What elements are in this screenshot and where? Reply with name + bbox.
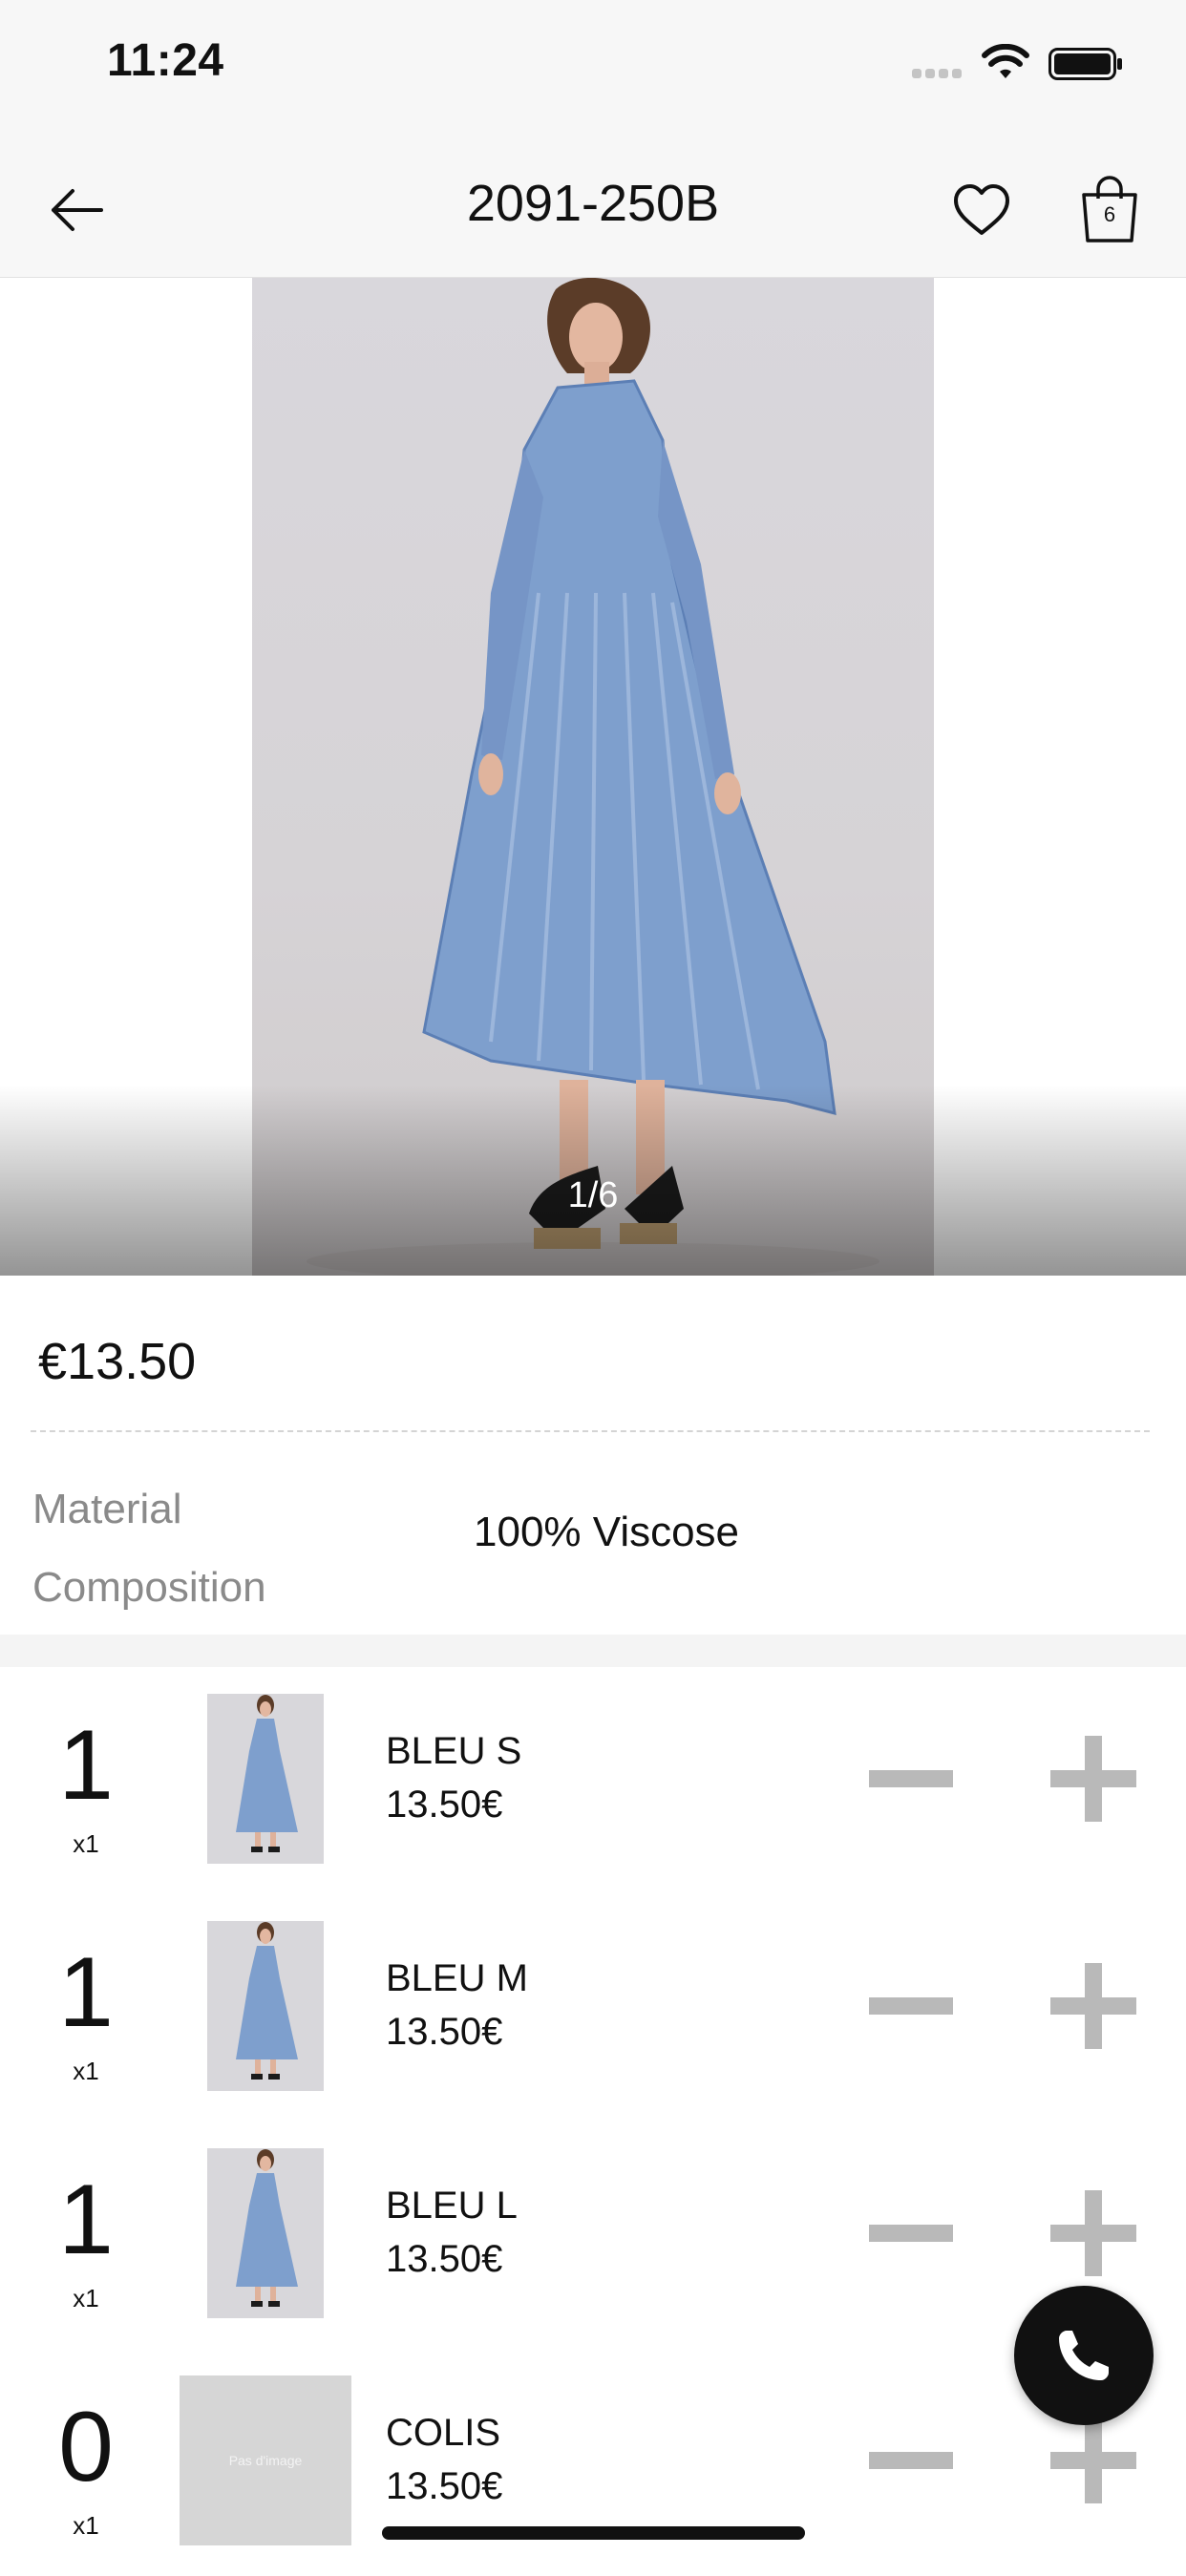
plus-icon-stroke bbox=[1085, 1963, 1102, 2049]
variant-price: 13.50€ bbox=[386, 2465, 503, 2507]
plus-icon-stroke bbox=[1085, 1736, 1102, 1822]
dress-thumbnail-illustration bbox=[236, 2149, 298, 2307]
call-button[interactable] bbox=[1014, 2286, 1154, 2425]
dress-thumbnail-illustration bbox=[236, 1695, 298, 1852]
variant-name: COLIS bbox=[386, 2412, 501, 2454]
status-bar: 11:24 bbox=[0, 0, 1186, 134]
home-indicator[interactable] bbox=[382, 2526, 805, 2540]
section-separator bbox=[0, 1635, 1186, 1667]
decrease-quantity-button[interactable] bbox=[869, 1997, 953, 2015]
cellular-signal-icon bbox=[912, 69, 969, 82]
battery-icon bbox=[1048, 48, 1122, 80]
plus-icon-stroke bbox=[1085, 2418, 1102, 2503]
variant-row: 1 x1 BLEU L 13.50€ bbox=[0, 2122, 1186, 2351]
variant-multiplier: x1 bbox=[73, 2284, 99, 2312]
variant-price: 13.50€ bbox=[386, 1784, 503, 1826]
variant-name: BLEU L bbox=[386, 2185, 518, 2227]
variant-thumbnail bbox=[207, 1694, 324, 1864]
variant-quantity: 1 bbox=[58, 2164, 114, 2275]
variant-row: 1 x1 BLEU M 13.50€ bbox=[0, 1894, 1186, 2123]
variant-quantity: 0 bbox=[58, 2392, 114, 2502]
cart-count-badge: 6 bbox=[1103, 202, 1116, 226]
increase-quantity-button[interactable] bbox=[1050, 2418, 1136, 2503]
nav-bar: 2091-250B 6 bbox=[0, 134, 1186, 278]
variant-price: 13.50€ bbox=[386, 2238, 503, 2280]
decrease-quantity-button[interactable] bbox=[869, 2225, 953, 2242]
image-counter: 1/6 bbox=[567, 1175, 619, 1215]
variant-row: 1 x1 BLEU S 13.50€ bbox=[0, 1667, 1186, 1896]
increase-quantity-button[interactable] bbox=[1050, 1736, 1136, 1822]
variant-name: BLEU M bbox=[386, 1957, 528, 1999]
plus-icon-stroke bbox=[1085, 2190, 1102, 2276]
wifi-icon bbox=[982, 44, 1029, 78]
variant-multiplier: x1 bbox=[73, 1829, 99, 1858]
variant-row: 0 x1 Pas d'image COLIS 13.50€ bbox=[0, 2349, 1186, 2576]
variant-thumbnail bbox=[207, 1921, 324, 2091]
favorite-button[interactable] bbox=[943, 172, 1020, 248]
divider bbox=[31, 1430, 1150, 1432]
product-price: €13.50 bbox=[38, 1333, 197, 1390]
variant-thumbnail bbox=[207, 2148, 324, 2318]
material-composition-label: Material Composition bbox=[32, 1486, 266, 1611]
variant-multiplier: x1 bbox=[73, 2057, 99, 2085]
decrease-quantity-button[interactable] bbox=[869, 2452, 953, 2469]
variant-price: 13.50€ bbox=[386, 2011, 503, 2053]
variant-multiplier: x1 bbox=[73, 2511, 99, 2540]
decrease-quantity-button[interactable] bbox=[869, 1770, 953, 1787]
material-composition-value: 100% Viscose bbox=[474, 1509, 740, 1555]
increase-quantity-button[interactable] bbox=[1050, 1963, 1136, 2049]
variant-quantity: 1 bbox=[58, 1710, 114, 1821]
variant-name: BLEU S bbox=[386, 1730, 522, 1772]
increase-quantity-button[interactable] bbox=[1050, 2190, 1136, 2276]
variant-quantity: 1 bbox=[58, 1937, 114, 2048]
status-time: 11:24 bbox=[107, 35, 224, 86]
cart-button[interactable]: 6 bbox=[1074, 174, 1151, 250]
dress-thumbnail-illustration bbox=[236, 1922, 298, 2080]
phone-icon bbox=[1059, 2331, 1109, 2380]
heart-icon bbox=[954, 184, 1009, 235]
product-image-carousel[interactable]: 1/6 bbox=[0, 278, 1186, 1276]
no-image-placeholder: Pas d'image bbox=[180, 2375, 351, 2545]
